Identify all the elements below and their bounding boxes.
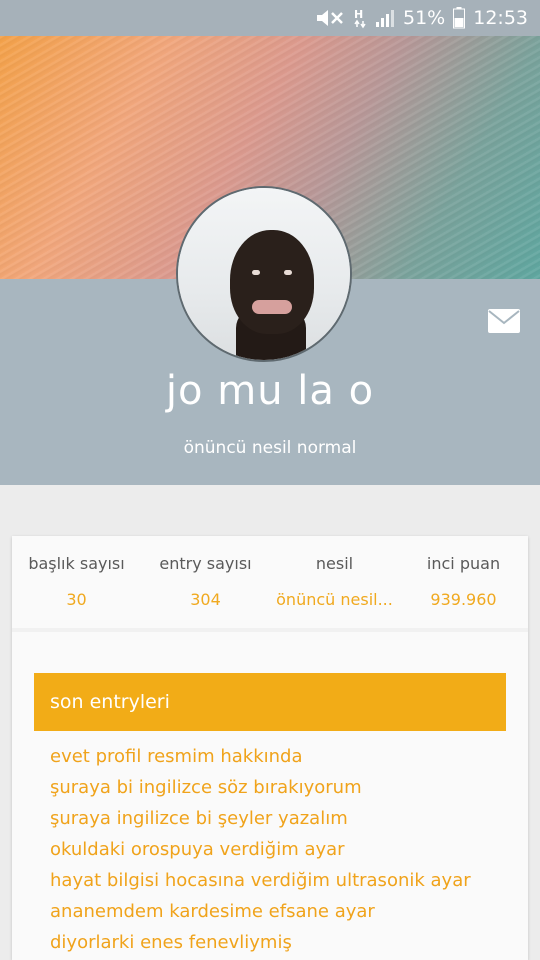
divider (12, 628, 528, 632)
status-bar: H 51% 12:53 (0, 0, 540, 36)
avatar[interactable] (176, 186, 352, 362)
svg-text:H: H (354, 8, 363, 21)
mute-icon (315, 8, 345, 28)
entry-link[interactable]: şuraya ingilizce bi şeyler yazalım (50, 803, 506, 834)
profile-card: başlık sayısı 30 entry sayısı 304 nesil … (12, 536, 528, 960)
stat-label: nesil (315, 554, 354, 573)
stat-value: 939.960 (430, 590, 497, 609)
entry-link[interactable]: şuraya bi ingilizce söz bırakıyorum (50, 772, 506, 803)
mail-icon[interactable] (488, 309, 520, 333)
stats-row: başlık sayısı 30 entry sayısı 304 nesil … (12, 536, 528, 628)
status-icons: H 51% 12:53 (315, 0, 528, 36)
avatar-eye-left (252, 270, 260, 275)
avatar-mouth (252, 300, 292, 314)
avatar-face (230, 230, 314, 334)
entry-link[interactable]: evet profil resmim hakkında (50, 741, 506, 772)
entry-link[interactable]: ananemdem kardesime efsane ayar (50, 896, 506, 927)
entry-link[interactable]: diyorlarki enes fenevliymiş (50, 927, 506, 958)
entries-header: son entryleri (34, 673, 506, 731)
avatar-eye-right (284, 270, 292, 275)
profile-subtitle: önüncü nesil normal (183, 438, 357, 458)
entry-link[interactable]: hayat bilgisi hocasına verdiğim ultrason… (50, 865, 506, 896)
stat-label: entry sayısı (159, 554, 252, 573)
signal-icon (375, 8, 395, 28)
stat-value: önüncü nesil... (276, 590, 393, 609)
battery-icon (453, 7, 466, 29)
stat-value: 304 (190, 590, 221, 609)
stat-value: 30 (66, 590, 87, 609)
network-h-icon: H (353, 7, 367, 29)
entry-link[interactable]: okuldaki orospuya verdiğim ayar (50, 834, 506, 865)
entry-list: evet profil resmim hakkında şuraya bi in… (34, 731, 506, 958)
stat-label: başlık sayısı (28, 554, 125, 573)
stat-label: inci puan (426, 554, 501, 573)
battery-percent: 51% (403, 7, 446, 29)
recent-entries: son entryleri evet profil resmim hakkınd… (34, 673, 506, 958)
clock: 12:53 (473, 7, 528, 29)
profile-username: jo mu la o (165, 368, 375, 414)
